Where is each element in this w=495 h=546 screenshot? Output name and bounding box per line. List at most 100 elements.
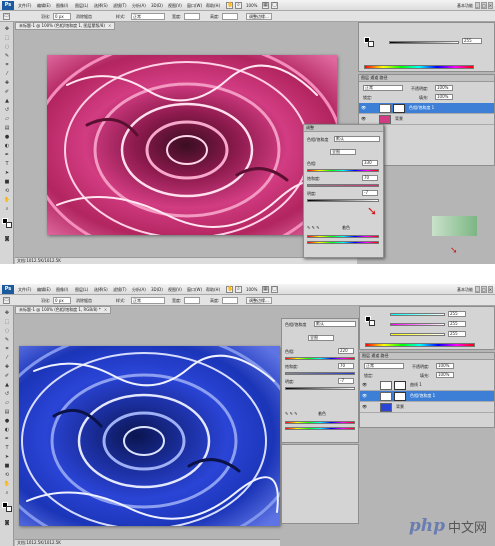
lightness-slider[interactable] — [285, 387, 355, 390]
menu-analysis[interactable]: 分析(A) — [132, 3, 146, 9]
color-ramp[interactable] — [365, 343, 475, 347]
panel-background-swatch[interactable] — [368, 41, 374, 47]
green-value[interactable]: 255 — [448, 321, 466, 327]
opacity-input[interactable]: 100% — [436, 363, 454, 369]
zoom-level[interactable]: 100% — [246, 287, 257, 292]
menu-filter[interactable]: 滤镜(T) — [113, 287, 127, 293]
menu-3d[interactable]: 3D(D) — [151, 287, 163, 292]
dodge-icon[interactable]: ◐ — [3, 143, 11, 149]
zoom-tool-icon[interactable]: ⌕ — [3, 490, 11, 496]
healing-icon[interactable]: ✚ — [3, 364, 11, 370]
lasso-icon[interactable]: ◌ — [3, 44, 11, 50]
stamp-icon[interactable]: ▲ — [3, 98, 11, 104]
blue-slider[interactable] — [390, 333, 445, 336]
type-icon[interactable]: T — [3, 161, 11, 167]
saturation-slider[interactable] — [285, 372, 355, 375]
hue-input[interactable]: 330 — [362, 160, 378, 166]
channel-select[interactable]: 全图 — [330, 149, 356, 155]
antialias-checkbox[interactable]: 消除锯齿 — [76, 298, 92, 304]
close-icon[interactable]: × — [487, 2, 493, 9]
menu-analysis[interactable]: 分析(A) — [132, 287, 146, 293]
menu-window[interactable]: 窗口(W) — [187, 3, 202, 9]
gradient-icon[interactable]: ▤ — [3, 409, 11, 415]
history-brush-icon[interactable]: ↺ — [3, 391, 11, 397]
layer-hue-saturation[interactable]: 👁 色相/饱和度 1 — [359, 103, 494, 114]
marquee-tool-icon[interactable]: ▭ — [3, 297, 10, 304]
layer-mask-thumb[interactable] — [394, 392, 406, 401]
refine-edge-button[interactable]: 调整边缘... — [246, 297, 272, 304]
menu-filter[interactable]: 滤镜(T) — [113, 3, 127, 9]
eye-icon[interactable]: 👁 — [362, 394, 367, 398]
gradient-icon[interactable]: ▤ — [3, 125, 11, 131]
maximize-icon[interactable]: □ — [480, 286, 487, 293]
3d-rotate-icon[interactable]: ⟲ — [3, 188, 11, 194]
colorize-checkbox[interactable]: 着色 — [342, 225, 350, 231]
history-brush-icon[interactable]: ↺ — [3, 107, 11, 113]
layer-mask-thumb[interactable] — [393, 104, 405, 113]
hue-slider[interactable] — [307, 169, 379, 172]
colorize-checkbox[interactable]: 着色 — [318, 411, 326, 417]
menu-image[interactable]: 图像(I) — [56, 3, 68, 9]
eye-icon[interactable]: 👁 — [362, 405, 367, 409]
pen-icon[interactable]: ✒ — [3, 436, 11, 442]
zoom-icon[interactable]: ⌕ — [235, 2, 242, 9]
quick-select-icon[interactable]: ✎ — [3, 337, 11, 343]
color-ramp[interactable] — [364, 65, 474, 69]
tab-close-icon[interactable]: × — [104, 307, 107, 312]
type-icon[interactable]: T — [3, 445, 11, 451]
layers-tab[interactable]: 图层 通道 路径 — [359, 75, 494, 82]
arrange-icon[interactable]: ▦ — [262, 2, 269, 9]
move-tool-icon[interactable]: ✥ — [3, 26, 11, 32]
menu-3d[interactable]: 3D(D) — [151, 3, 163, 8]
menu-view[interactable]: 视图(V) — [168, 287, 182, 293]
fill-input[interactable]: 100% — [435, 94, 453, 100]
red-slider[interactable] — [390, 313, 445, 316]
layer-background[interactable]: 👁 背景 — [360, 402, 494, 413]
crop-icon[interactable]: ⌗ — [3, 62, 11, 68]
lightness-input[interactable]: -7 — [362, 190, 378, 196]
eraser-icon[interactable]: ▱ — [3, 116, 11, 122]
feather-input[interactable]: 0 px — [53, 297, 71, 304]
blur-icon[interactable]: ● — [3, 418, 11, 424]
feather-input[interactable]: 0 px — [53, 13, 71, 20]
lightness-input[interactable]: -7 — [338, 378, 354, 384]
hand-tool-icon[interactable]: ✋ — [3, 197, 11, 203]
menu-help[interactable]: 帮助(H) — [206, 3, 220, 9]
background-color[interactable] — [6, 222, 12, 228]
path-select-icon[interactable]: ➤ — [3, 170, 11, 176]
panel-background-swatch[interactable] — [369, 320, 375, 326]
brush-icon[interactable]: ✐ — [3, 373, 11, 379]
red-value[interactable]: 255 — [448, 311, 466, 317]
blue-value[interactable]: 255 — [448, 331, 466, 337]
preset-select[interactable]: 默认 — [334, 136, 380, 142]
lightness-slider[interactable] — [307, 199, 379, 202]
opacity-input[interactable]: 100% — [435, 85, 453, 91]
tab-close-icon[interactable]: × — [108, 23, 111, 28]
hue-slider[interactable] — [285, 357, 355, 360]
background-color[interactable] — [6, 506, 12, 512]
eye-icon[interactable]: 👁 — [362, 383, 367, 387]
shape-icon[interactable]: ■ — [3, 463, 11, 469]
gray-value[interactable]: 255 — [462, 38, 482, 44]
zoom-icon[interactable]: ⌕ — [235, 286, 242, 293]
eye-icon[interactable]: 👁 — [361, 117, 366, 121]
menu-view[interactable]: 视图(V) — [168, 3, 182, 9]
blend-mode-select[interactable]: 正常 — [364, 363, 404, 369]
move-tool-icon[interactable]: ✥ — [3, 310, 11, 316]
3d-rotate-icon[interactable]: ⟲ — [3, 472, 11, 478]
menu-edit[interactable]: 编辑(E) — [37, 3, 51, 9]
saturation-input[interactable]: 70 — [338, 363, 354, 369]
menu-layer[interactable]: 图层(L) — [75, 287, 88, 293]
eyedropper-icon[interactable]: ⁄ — [3, 355, 11, 361]
hand-tool-icon[interactable]: ✋ — [3, 481, 11, 487]
width-input[interactable] — [184, 297, 200, 304]
style-select[interactable]: 正常 — [131, 297, 165, 304]
hand-icon[interactable]: ✋ — [226, 2, 233, 9]
refine-edge-button[interactable]: 调整边缘... — [246, 13, 272, 20]
pen-icon[interactable]: ✒ — [3, 152, 11, 158]
layer-curves[interactable]: 👁 曲线 1 — [360, 380, 494, 391]
hue-input[interactable]: 220 — [338, 348, 354, 354]
height-input[interactable] — [222, 13, 238, 20]
marquee-icon[interactable]: ⬚ — [3, 319, 11, 325]
channel-select[interactable]: 全图 — [308, 335, 334, 341]
